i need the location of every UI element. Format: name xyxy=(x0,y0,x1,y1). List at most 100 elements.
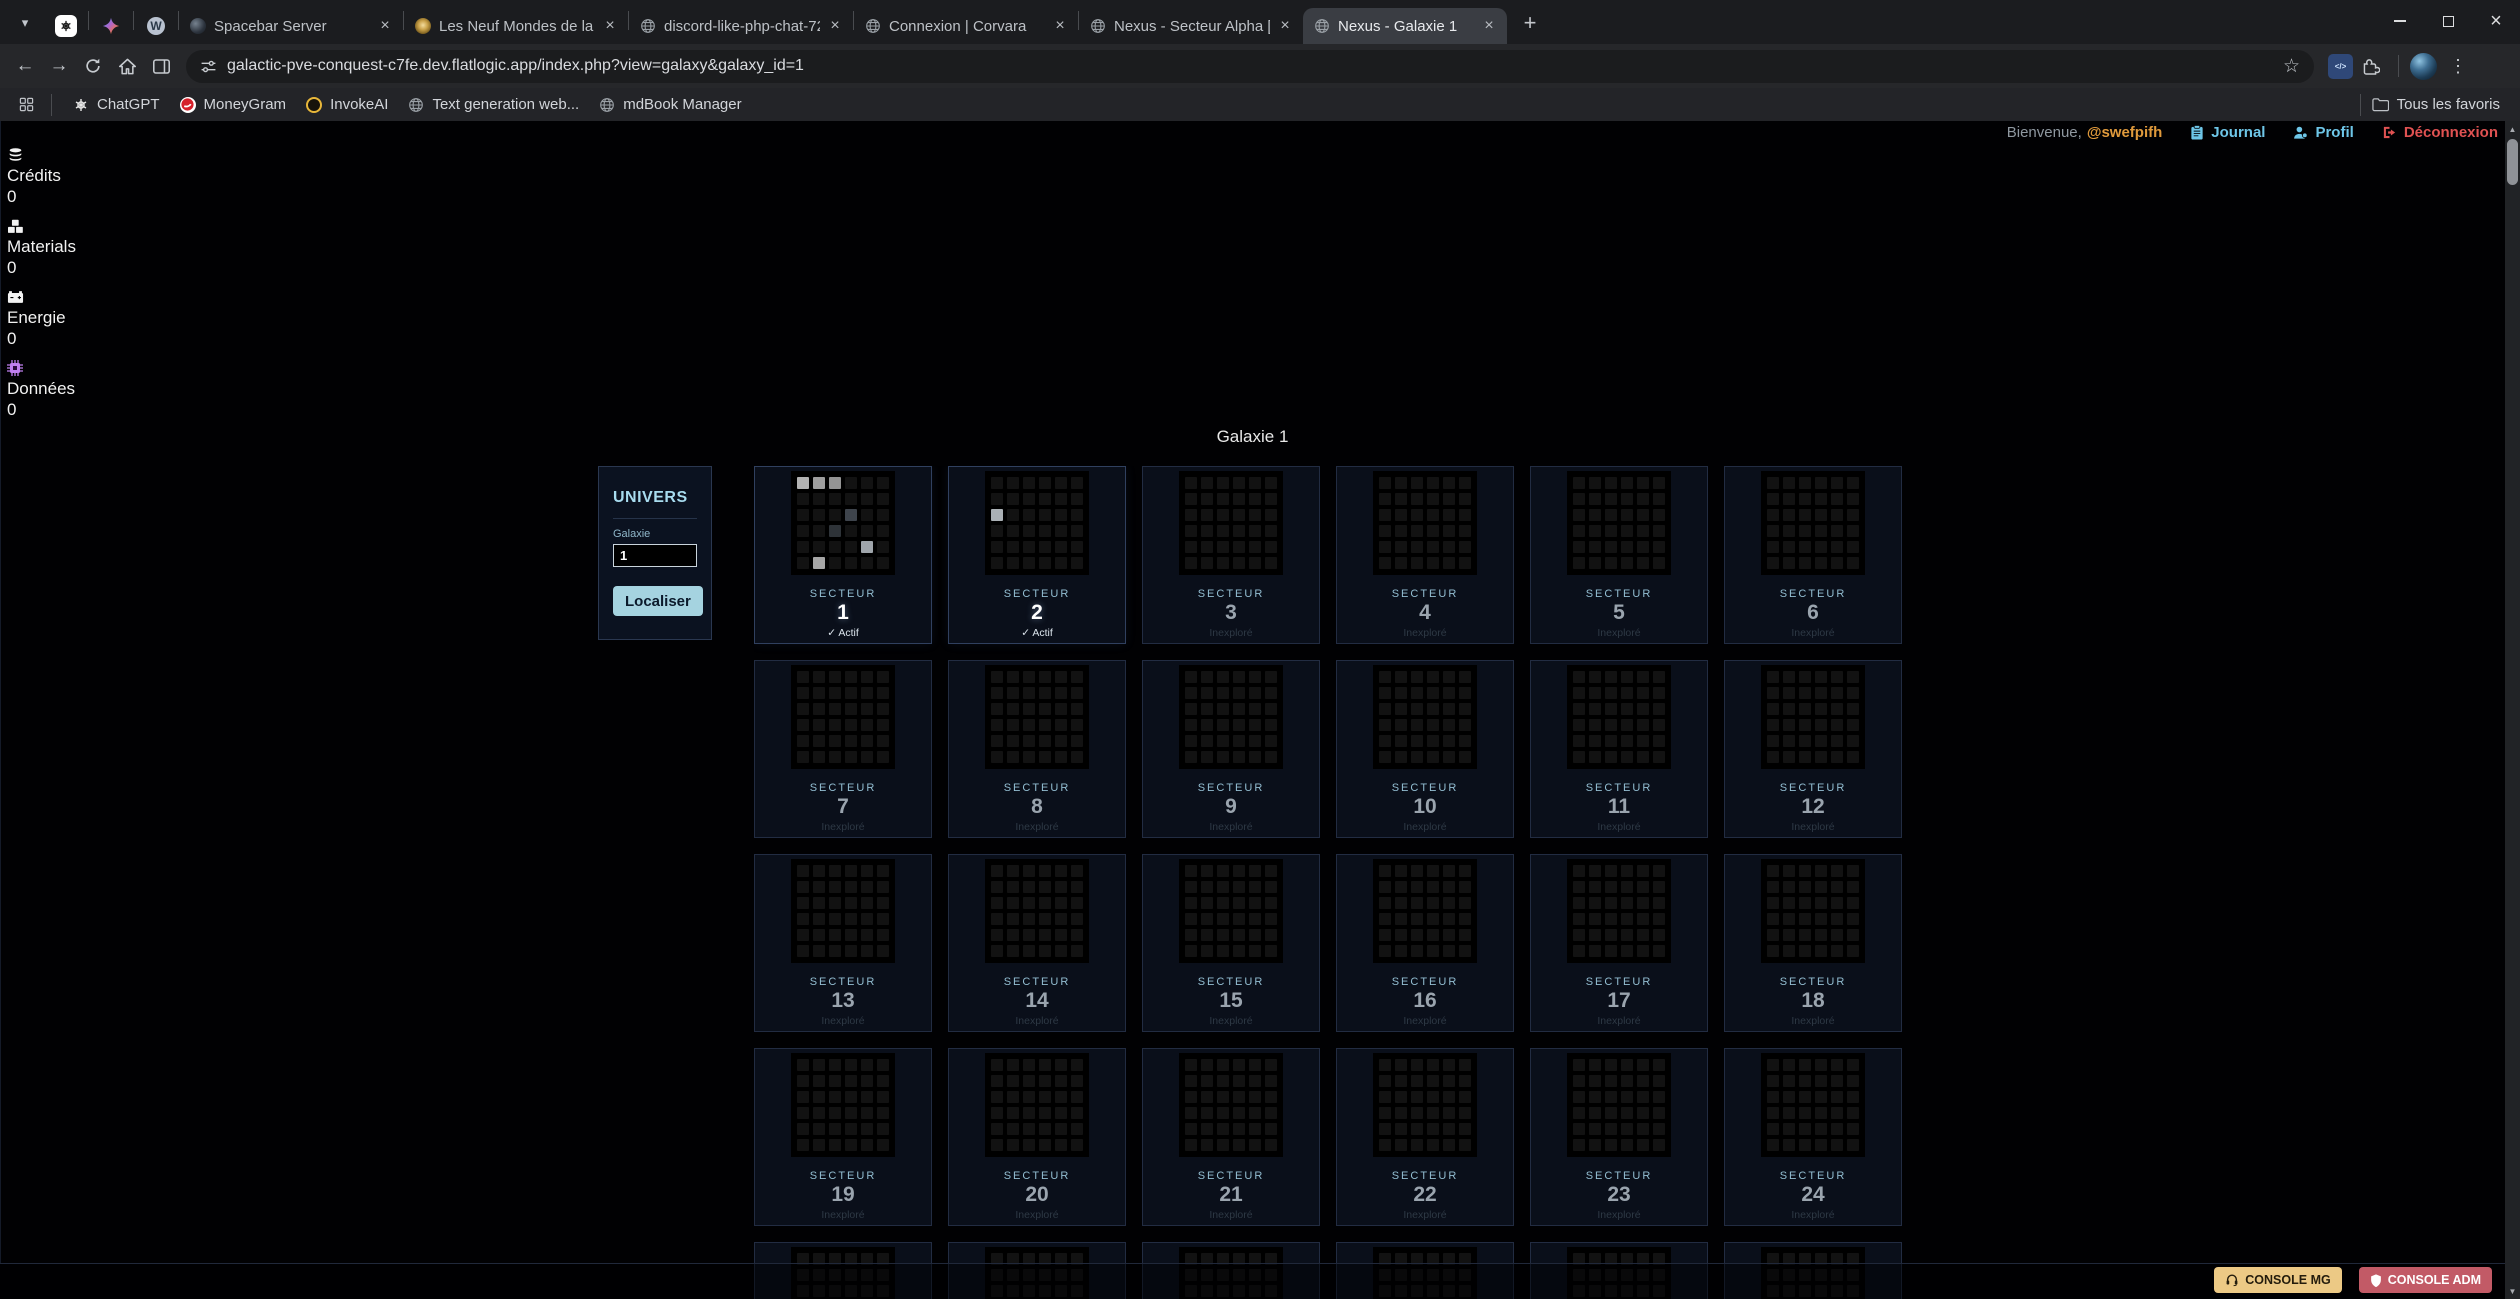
galaxie-input[interactable] xyxy=(613,544,697,567)
grid-cell xyxy=(1201,493,1213,505)
sector-card-2[interactable]: SECTEUR2✓ Actif xyxy=(948,466,1126,644)
tab-close-icon[interactable]: × xyxy=(826,17,844,35)
grid-cell xyxy=(1767,671,1779,683)
maximize-button[interactable] xyxy=(2424,0,2472,42)
grid-cell xyxy=(1411,735,1423,747)
bookmark-item[interactable]: MoneyGram xyxy=(170,92,297,117)
grid-cell xyxy=(1233,1139,1245,1151)
pinned-extension-icon[interactable]: </> xyxy=(2328,54,2353,79)
bookmark-star-icon[interactable]: ☆ xyxy=(2283,55,2300,78)
address-bar[interactable]: galactic-pve-conquest-c7fe.dev.flatlogic… xyxy=(186,50,2314,83)
browser-menu-icon[interactable]: ⋮ xyxy=(2448,56,2468,77)
sector-card-15[interactable]: SECTEUR15Inexploré xyxy=(1142,854,1320,1032)
tab-close-icon[interactable]: × xyxy=(601,17,619,35)
grid-cell xyxy=(1589,1075,1601,1087)
scroll-down-icon[interactable]: ▼ xyxy=(2505,1283,2520,1299)
sector-card-3[interactable]: SECTEUR3Inexploré xyxy=(1142,466,1320,644)
url-text[interactable]: galactic-pve-conquest-c7fe.dev.flatlogic… xyxy=(227,57,804,75)
sector-status: Inexploré xyxy=(1143,627,1319,639)
grid-cell xyxy=(1605,865,1617,877)
grid-cell xyxy=(1621,525,1633,537)
reload-button[interactable] xyxy=(76,49,110,83)
tab-4[interactable]: Nexus - Secteur Alpha [G1]× xyxy=(1079,8,1303,44)
tab-0[interactable]: Spacebar Server× xyxy=(179,8,403,44)
sector-card-13[interactable]: SECTEUR13Inexploré xyxy=(754,854,932,1032)
console-mg-button[interactable]: CONSOLE MG xyxy=(2214,1267,2341,1293)
new-tab-button[interactable]: + xyxy=(1515,8,1545,38)
tab-1[interactable]: Les Neuf Mondes de la Mytholo× xyxy=(404,8,628,44)
tune-icon xyxy=(200,58,217,75)
header-link-dconnexion[interactable]: Déconnexion xyxy=(2382,124,2498,141)
sector-status: Inexploré xyxy=(755,1015,931,1027)
sector-card-18[interactable]: SECTEUR18Inexploré xyxy=(1724,854,1902,1032)
back-button[interactable]: ← xyxy=(8,49,42,83)
sector-card-21[interactable]: SECTEUR21Inexploré xyxy=(1142,1048,1320,1226)
sector-card-14[interactable]: SECTEUR14Inexploré xyxy=(948,854,1126,1032)
sector-card-24[interactable]: SECTEUR24Inexploré xyxy=(1724,1048,1902,1226)
grid-cell xyxy=(1201,865,1213,877)
pinned-tab[interactable] xyxy=(44,8,88,44)
minimize-button[interactable] xyxy=(2376,0,2424,42)
bookmark-item[interactable]: ChatGPT xyxy=(63,92,170,117)
apps-button[interactable] xyxy=(12,91,40,119)
pinned-tab[interactable]: W xyxy=(134,8,178,44)
scrollbar[interactable]: ▲ ▼ xyxy=(2505,121,2520,1299)
side-panel-button[interactable] xyxy=(144,49,178,83)
bookmark-item[interactable]: Text generation web... xyxy=(398,92,589,117)
grid-cell xyxy=(1815,703,1827,715)
tab-close-icon[interactable]: × xyxy=(1480,17,1498,35)
grid-cell xyxy=(813,719,825,731)
pinned-tab[interactable] xyxy=(89,8,133,44)
all-bookmarks[interactable]: Tous les favoris xyxy=(2349,88,2500,121)
grid-cell xyxy=(1573,1075,1585,1087)
sector-card-23[interactable]: SECTEUR23Inexploré xyxy=(1530,1048,1708,1226)
grid-cell xyxy=(1573,1091,1585,1103)
extensions-button[interactable] xyxy=(2353,49,2387,83)
sector-card-4[interactable]: SECTEUR4Inexploré xyxy=(1336,466,1514,644)
sector-card-1[interactable]: SECTEUR1✓ Actif xyxy=(754,466,932,644)
sector-card-12[interactable]: SECTEUR12Inexploré xyxy=(1724,660,1902,838)
tab-close-icon[interactable]: × xyxy=(1276,17,1294,35)
sector-card-10[interactable]: SECTEUR10Inexploré xyxy=(1336,660,1514,838)
header-link-label: Déconnexion xyxy=(2404,124,2498,141)
grid-cell xyxy=(1443,881,1455,893)
header-link-profil[interactable]: Profil xyxy=(2293,124,2353,141)
bookmark-item[interactable]: mdBook Manager xyxy=(589,92,751,117)
sector-card-11[interactable]: SECTEUR11Inexploré xyxy=(1530,660,1708,838)
grid-cell xyxy=(1427,509,1439,521)
sector-card-5[interactable]: SECTEUR5Inexploré xyxy=(1530,466,1708,644)
console-adm-button[interactable]: CONSOLE ADM xyxy=(2359,1267,2492,1293)
grid-cell xyxy=(1799,477,1811,489)
sector-card-19[interactable]: SECTEUR19Inexploré xyxy=(754,1048,932,1226)
forward-button[interactable]: → xyxy=(42,49,76,83)
tab-search-chevron-icon[interactable]: ▾ xyxy=(10,8,40,38)
grid-cell xyxy=(1815,735,1827,747)
tab-3[interactable]: Connexion | Corvara× xyxy=(854,8,1078,44)
grid-cell xyxy=(829,945,841,957)
sector-card-6[interactable]: SECTEUR6Inexploré xyxy=(1724,466,1902,644)
sector-card-9[interactable]: SECTEUR9Inexploré xyxy=(1142,660,1320,838)
home-button[interactable] xyxy=(110,49,144,83)
tab-close-icon[interactable]: × xyxy=(376,17,394,35)
sector-card-22[interactable]: SECTEUR22Inexploré xyxy=(1336,1048,1514,1226)
tab-2[interactable]: discord-like-php-chat-7262.dev× xyxy=(629,8,853,44)
sector-card-20[interactable]: SECTEUR20Inexploré xyxy=(948,1048,1126,1226)
window-controls: × xyxy=(2376,0,2520,42)
tab-close-icon[interactable]: × xyxy=(1051,17,1069,35)
grid-cell xyxy=(1443,1123,1455,1135)
bookmark-item[interactable]: InvokeAI xyxy=(296,92,398,117)
close-button[interactable]: × xyxy=(2472,0,2520,42)
tab-active[interactable]: Nexus - Galaxie 1× xyxy=(1303,8,1507,44)
grid-cell xyxy=(1039,751,1051,763)
sector-number: 3 xyxy=(1143,601,1319,624)
scroll-up-icon[interactable]: ▲ xyxy=(2505,121,2520,137)
localiser-button[interactable]: Localiser xyxy=(613,586,703,616)
grid-cell xyxy=(1217,509,1229,521)
header-link-journal[interactable]: Journal xyxy=(2190,124,2265,141)
scrollbar-thumb[interactable] xyxy=(2507,139,2518,185)
profile-avatar[interactable] xyxy=(2410,53,2437,80)
sector-card-17[interactable]: SECTEUR17Inexploré xyxy=(1530,854,1708,1032)
sector-card-8[interactable]: SECTEUR8Inexploré xyxy=(948,660,1126,838)
sector-card-16[interactable]: SECTEUR16Inexploré xyxy=(1336,854,1514,1032)
sector-card-7[interactable]: SECTEUR7Inexploré xyxy=(754,660,932,838)
